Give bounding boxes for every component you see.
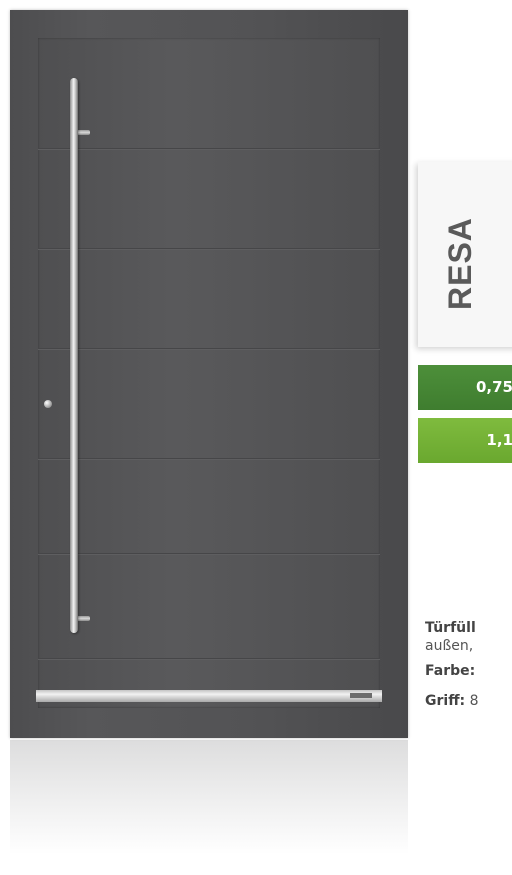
door-groove [38, 348, 380, 350]
u-value-badge-2: 1,1 [418, 418, 512, 463]
door-panel [38, 38, 380, 708]
spec-fill-line: Türfüll [425, 620, 476, 636]
u-value-badge-1: 0,75 [418, 365, 512, 410]
door-image [10, 10, 408, 738]
door-lock-cylinder [44, 400, 52, 408]
handle-bracket-bottom [76, 616, 90, 621]
door-threshold [36, 690, 382, 702]
spec-color-line: Farbe: [425, 663, 475, 679]
handle-bracket-top [76, 130, 90, 135]
model-name: RESA [442, 217, 478, 310]
brand-plate [350, 693, 372, 698]
door-groove [38, 658, 380, 660]
spec-handle-value: 8 [469, 693, 479, 709]
spec-handle-line: Griff: 8 [425, 693, 479, 709]
spec-fill-label: Türfüll [425, 620, 476, 636]
door-groove [38, 248, 380, 250]
door-groove [38, 553, 380, 555]
spec-outside-line: außen, [425, 638, 473, 654]
spec-outside-text: außen, [425, 638, 474, 654]
door-groove [38, 458, 380, 460]
spec-color-label: Farbe: [425, 663, 476, 679]
door-groove [38, 148, 380, 150]
door-handle-bar [70, 78, 78, 633]
spec-handle-label: Griff: [425, 693, 466, 709]
door-reflection [10, 740, 408, 875]
